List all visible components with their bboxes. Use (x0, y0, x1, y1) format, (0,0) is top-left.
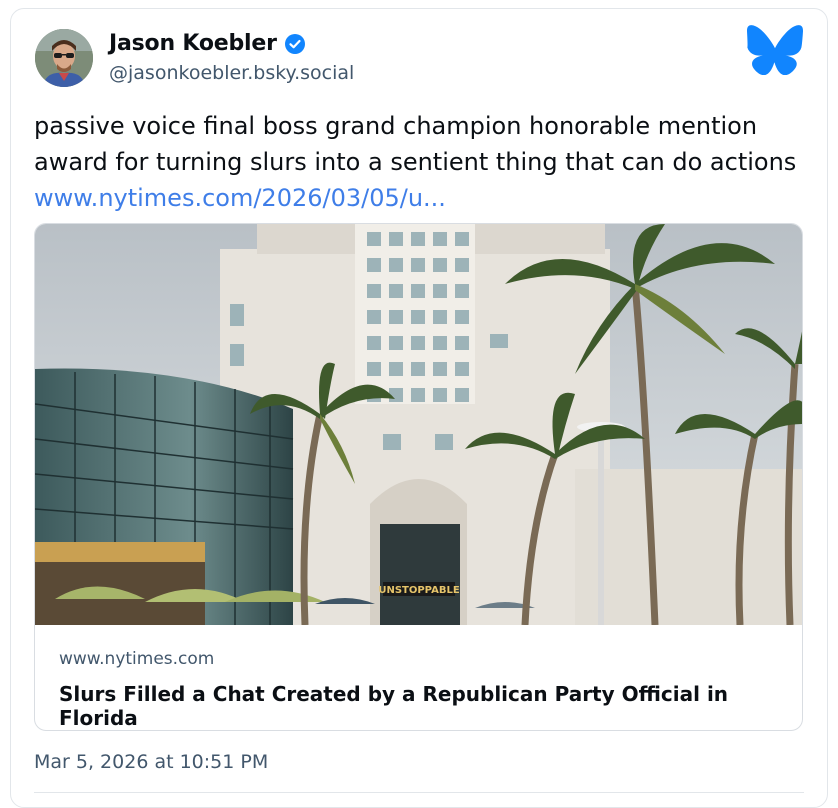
post-text: passive voice final boss grand champion … (34, 112, 797, 176)
post-timestamp[interactable]: Mar 5, 2026 at 10:51 PM (34, 751, 268, 773)
verified-check-icon (284, 33, 305, 54)
author-name[interactable]: Jason Koebler (109, 31, 277, 56)
divider (34, 792, 804, 793)
avatar-image (35, 29, 93, 87)
link-card-domain: www.nytimes.com (59, 649, 215, 669)
post-link[interactable]: www.nytimes.com/2026/03/05/u... (34, 180, 814, 216)
news-photo[interactable]: UNSTOPPABLE (35, 224, 803, 625)
author-name-row: Jason Koebler (109, 31, 305, 56)
butterfly-icon[interactable] (747, 25, 803, 75)
sign-text: UNSTOPPABLE (378, 585, 459, 596)
link-card[interactable]: UNSTOPPABLE www.nytimes.com Slurs Filled… (34, 223, 803, 731)
post-body: passive voice final boss grand champion … (34, 108, 814, 216)
author-handle[interactable]: @jasonkoebler.bsky.social (109, 62, 354, 84)
post-card[interactable]: Jason Koebler @jasonkoebler.bsky.social … (10, 8, 828, 808)
link-card-title[interactable]: Slurs Filled a Chat Created by a Republi… (59, 682, 802, 730)
avatar[interactable] (35, 29, 93, 87)
